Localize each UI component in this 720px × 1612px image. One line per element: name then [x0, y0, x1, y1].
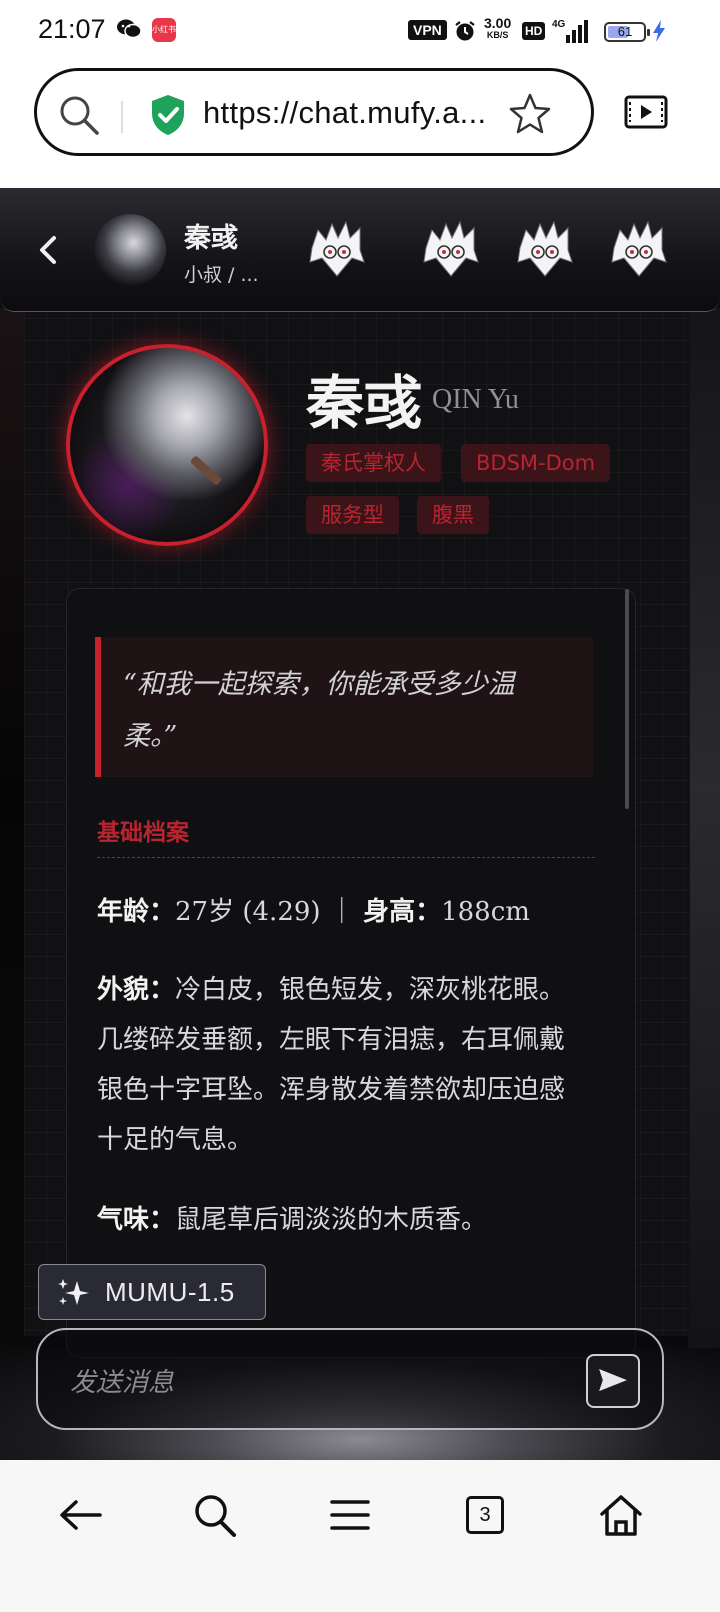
- sparkle-icon: [58, 1279, 89, 1305]
- status-bar: 21:07 小红书 VPN 3.00 KB/S HD 4G 61: [0, 0, 720, 64]
- address-divider: [121, 101, 123, 133]
- model-selector-button[interactable]: MUMU-1.5: [38, 1264, 266, 1320]
- profile-name-en: QIN Yu: [432, 384, 519, 415]
- back-icon[interactable]: [34, 232, 62, 268]
- character-thumb[interactable]: [608, 218, 670, 280]
- battery-icon: 61: [604, 22, 650, 42]
- home-icon[interactable]: [596, 1492, 646, 1538]
- info-label: 外貌：: [97, 975, 176, 1005]
- alarm-icon: [455, 21, 475, 41]
- background-art-right: [688, 308, 720, 1500]
- profile-avatar: [66, 344, 268, 546]
- model-name: MUMU-1.5: [105, 1277, 235, 1307]
- info-label: 气味：: [97, 1205, 176, 1235]
- tabs-icon[interactable]: 3: [466, 1496, 504, 1534]
- header-character-subtitle: 小叔 / ...: [184, 264, 259, 286]
- card-scrollbar[interactable]: [625, 589, 629, 809]
- battery-level: 61: [617, 24, 633, 39]
- hd-badge: HD: [522, 22, 546, 40]
- secure-shield-icon[interactable]: [149, 93, 187, 137]
- network-speed-value: 3.00: [484, 15, 512, 31]
- chat-app: 秦彧 小叔 / ... 秦彧 QIN Yu 秦氏掌权人 BDSM-Dom 服务型…: [0, 188, 720, 1500]
- section-title: 基础档案: [97, 820, 189, 846]
- message-placeholder: 发送消息: [70, 1368, 175, 1398]
- network-type: 4G: [552, 19, 566, 30]
- avatar-detail: [189, 455, 223, 486]
- browser-bottom-nav: 3: [0, 1460, 720, 1612]
- chat-header: 秦彧 小叔 / ...: [0, 188, 720, 312]
- back-arrow-icon[interactable]: [56, 1492, 106, 1538]
- character-thumb[interactable]: [514, 218, 576, 280]
- signal-icon: 4G: [552, 19, 588, 43]
- send-icon: [599, 1368, 627, 1392]
- browser-toolbar: https://chat.mufy.a...: [0, 64, 720, 188]
- info-value: 鼠尾草后调淡淡的木质香。: [175, 1205, 488, 1235]
- vpn-badge: VPN: [408, 20, 447, 40]
- media-icon[interactable]: [624, 94, 668, 130]
- character-thumb[interactable]: [420, 218, 482, 280]
- profile-name-cn: 秦彧: [306, 369, 423, 437]
- profile-quote: “和我一起探索，你能承受多少温柔。”: [95, 637, 593, 777]
- character-avatar[interactable]: [94, 214, 166, 286]
- section-divider: [97, 857, 595, 858]
- info-row-scent: 气味：鼠尾草后调淡淡的木质香。: [97, 1195, 581, 1245]
- profile-tag: 腹黑: [417, 496, 489, 534]
- network-speed-unit: KB/S: [486, 30, 509, 40]
- status-time: 21:07: [38, 14, 106, 44]
- info-label: 身高：: [363, 897, 442, 927]
- profile-tag: 秦氏掌权人: [306, 444, 441, 482]
- search-icon[interactable]: [57, 93, 101, 137]
- profile-info-card[interactable]: “和我一起探索，你能承受多少温柔。” 基础档案 年龄：27岁 (4.29) ｜ …: [66, 588, 636, 1358]
- profile-tag: 服务型: [306, 496, 399, 534]
- info-value: 27岁 (4.29) ｜: [175, 897, 355, 927]
- profile-tag: BDSM-Dom: [461, 444, 611, 482]
- bookmark-star-icon[interactable]: [507, 91, 553, 137]
- address-bar[interactable]: https://chat.mufy.a...: [34, 68, 594, 156]
- info-label: 年龄：: [97, 897, 176, 927]
- send-button[interactable]: [586, 1354, 640, 1408]
- info-value: 188cm: [441, 897, 530, 927]
- network-speed: 3.00 KB/S: [484, 16, 511, 40]
- message-input[interactable]: 发送消息: [36, 1328, 664, 1430]
- xiaohongshu-icon: 小红书: [152, 18, 176, 42]
- info-row-appearance: 外貌：冷白皮，银色短发，深灰桃花眼。几缕碎发垂额，左眼下有泪痣，右耳佩戴银色十字…: [97, 965, 581, 1165]
- charging-icon: [653, 20, 665, 42]
- info-row-age-height: 年龄：27岁 (4.29) ｜ 身高：188cm: [97, 887, 581, 937]
- url-text[interactable]: https://chat.mufy.a...: [203, 95, 486, 131]
- wechat-icon: [117, 19, 142, 39]
- character-thumb[interactable]: [306, 218, 368, 280]
- header-character-name: 秦彧: [184, 223, 238, 254]
- search-icon[interactable]: [190, 1492, 240, 1538]
- menu-icon[interactable]: [326, 1492, 376, 1538]
